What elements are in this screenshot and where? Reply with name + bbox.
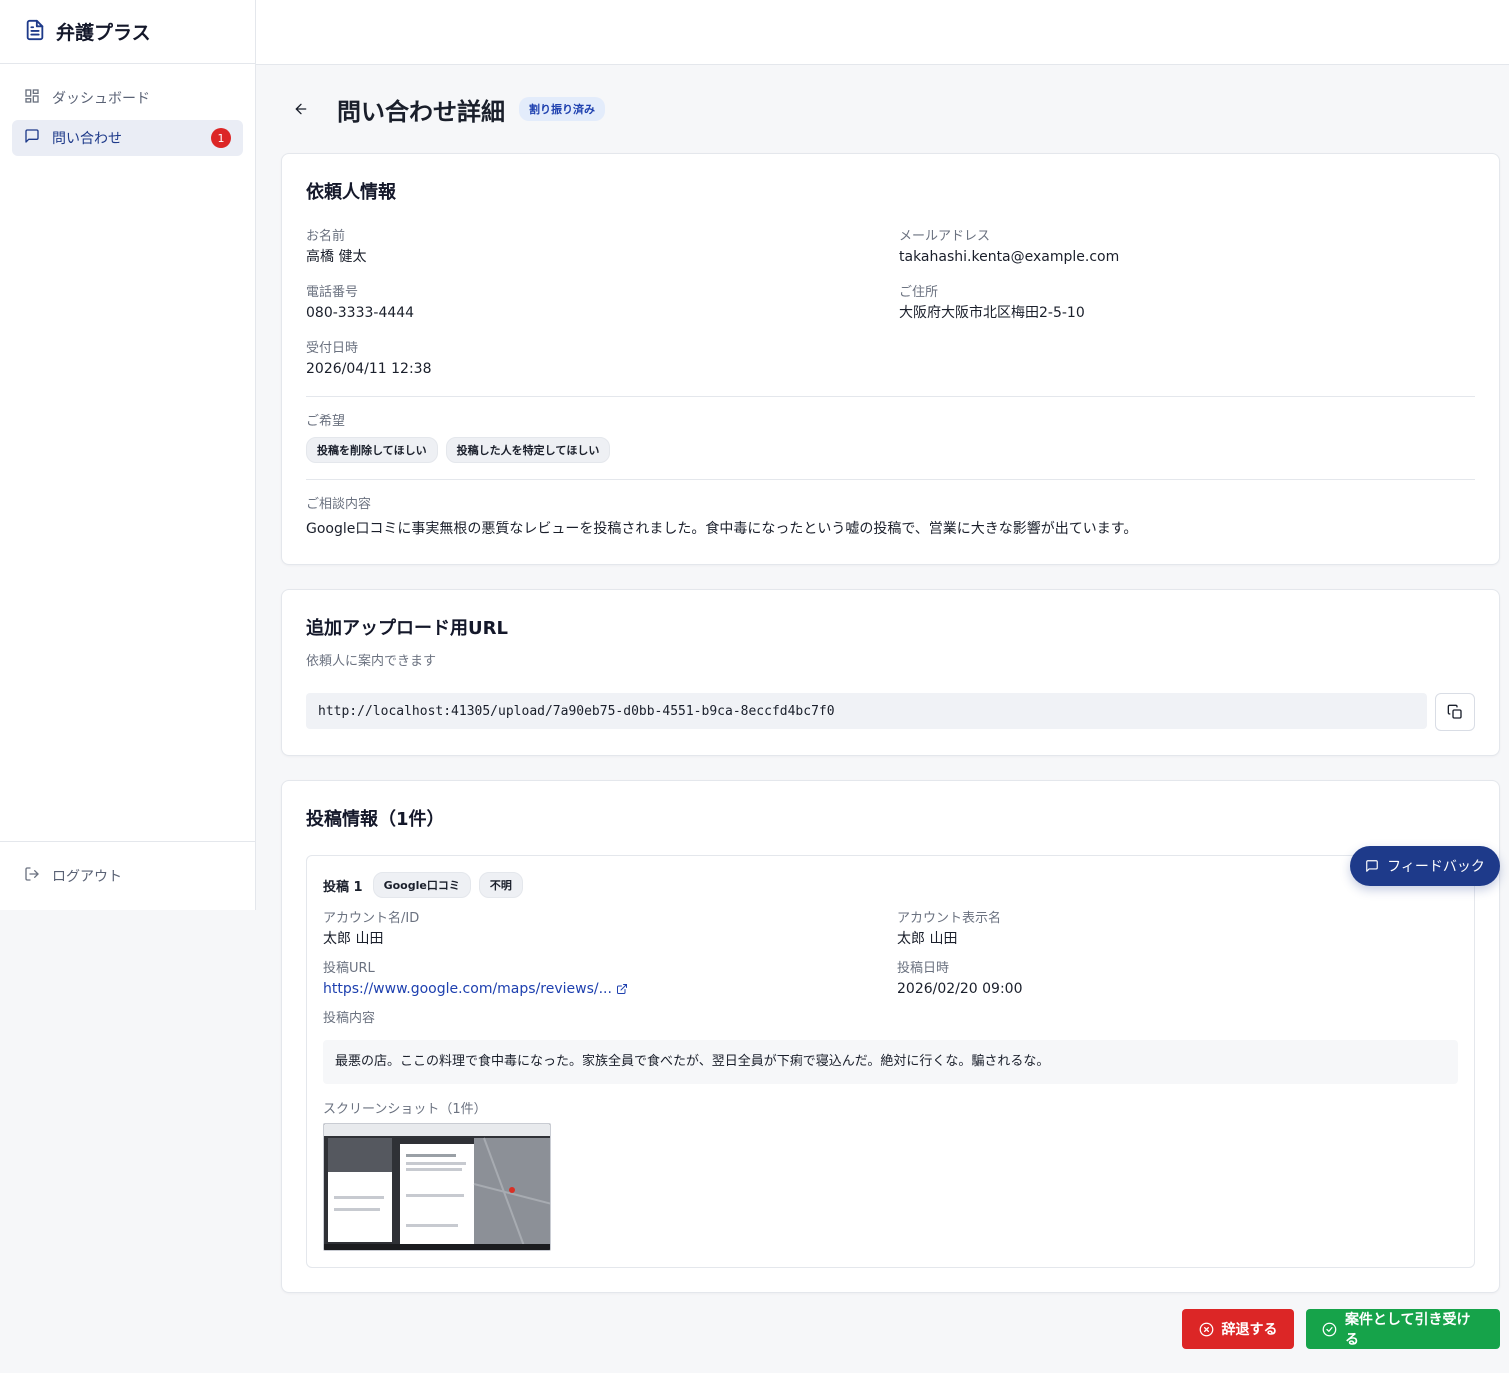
field-label: ご希望 <box>306 414 346 429</box>
field-label: お名前 <box>306 229 346 244</box>
display-name-field: アカウント表示名 太郎 山田 <box>897 910 1458 950</box>
field-value: 太郎 山田 <box>897 931 958 947</box>
received-field: 受付日時 2026/04/11 12:38 <box>306 340 899 380</box>
url-row: http://localhost:41305/upload/7a90eb75-d… <box>306 693 1475 731</box>
field-value: 080-3333-4444 <box>306 305 415 321</box>
arrow-left-icon <box>295 103 307 115</box>
field-label: メールアドレス <box>899 229 991 244</box>
field-label: ご相談内容 <box>306 497 372 512</box>
post-content: 最悪の店。ここの料理で食中毒になった。家族全員で食べたが、翌日全員が下痢で寝込ん… <box>323 1040 1458 1084</box>
feedback-button[interactable]: フィードバック <box>1350 846 1500 886</box>
copy-button[interactable] <box>1435 693 1475 731</box>
screenshot-image <box>324 1124 550 1250</box>
copy-icon <box>1447 704 1462 719</box>
field-value: Google口コミに事実無根の悪質なレビューを投稿されました。食中毒になったとい… <box>306 521 1138 537</box>
sidebar-item-label: 問い合わせ <box>52 131 122 147</box>
document-icon <box>24 19 46 45</box>
external-link-icon <box>616 984 627 994</box>
phone-field: 電話番号 080-3333-4444 <box>306 284 899 324</box>
logout-label: ログアウト <box>52 869 122 885</box>
page-title: 問い合わせ詳細 <box>337 97 505 126</box>
message-icon <box>24 128 40 148</box>
field-label: 受付日時 <box>306 341 359 356</box>
decline-button[interactable]: 辞退する <box>1182 1309 1294 1349</box>
app-title: 弁護プラス <box>56 22 151 44</box>
account-field: アカウント名/ID 太郎 山田 <box>323 910 897 950</box>
decline-label: 辞退する <box>1221 1322 1278 1338</box>
sidebar-item-dashboard[interactable]: ダッシュボード <box>12 80 243 116</box>
client-fields: お名前 高橋 健太 メールアドレス takahashi.kenta@exampl… <box>306 228 1475 380</box>
back-button[interactable] <box>291 99 311 119</box>
divider <box>306 479 1475 480</box>
accept-case-button[interactable]: 案件として引き受ける <box>1306 1309 1500 1349</box>
field-value: 大阪府大阪市北区梅田2-5-10 <box>899 305 1085 321</box>
feedback-label: フィードバック <box>1387 859 1485 875</box>
post-url-field: 投稿URL https://www.google.com/maps/review… <box>323 960 897 1000</box>
x-circle-icon <box>1199 1322 1213 1336</box>
post-date-field: 投稿日時 2026/02/20 09:00 <box>897 960 1458 1000</box>
accept-label: 案件として引き受ける <box>1344 1312 1471 1348</box>
notification-badge: 1 <box>211 128 231 148</box>
field-label: 投稿URL <box>323 961 375 976</box>
wish-chip: 投稿を削除してほしい <box>306 437 438 463</box>
field-value: 2026/02/20 09:00 <box>897 981 1023 997</box>
divider <box>306 396 1475 397</box>
field-value: 太郎 山田 <box>323 931 384 947</box>
post-url-link[interactable]: https://www.google.com/maps/reviews/... <box>323 981 628 997</box>
post-item: 投稿 1 Google口コミ 不明 アカウント名/ID 太郎 山田 アカウント表… <box>306 855 1475 1268</box>
top-header <box>256 0 1509 65</box>
wishes-field: ご希望 投稿を削除してほしい 投稿した人を特定してほしい <box>306 413 1475 463</box>
unknown-chip: 不明 <box>478 872 523 898</box>
name-field: お名前 高橋 健太 <box>306 228 899 268</box>
sidebar-item-inquiries[interactable]: 問い合わせ 1 <box>12 120 243 156</box>
card-title: 依頼人情報 <box>306 182 396 203</box>
platform-chip: Google口コミ <box>372 872 471 898</box>
screenshot-label: スクリーンショット（1件） <box>323 1102 487 1117</box>
wish-chips: 投稿を削除してほしい 投稿した人を特定してほしい <box>306 437 1475 463</box>
field-label: アカウント名/ID <box>323 911 420 926</box>
content-label: 投稿内容 <box>323 1011 376 1026</box>
card-title: 追加アップロード用URL <box>306 618 508 639</box>
post-url-text: https://www.google.com/maps/reviews/... <box>323 981 612 997</box>
field-label: ご住所 <box>899 285 939 300</box>
status-badge: 割り振り済み <box>519 97 605 121</box>
email-field: メールアドレス takahashi.kenta@example.com <box>899 228 1475 268</box>
post-fields: アカウント名/ID 太郎 山田 アカウント表示名 太郎 山田 投稿URL htt… <box>323 910 1458 1000</box>
client-info-card: 依頼人情報 お名前 高橋 健太 メールアドレス takahashi.kenta@… <box>281 153 1500 565</box>
post-number: 投稿 1 <box>323 879 363 895</box>
field-label: 投稿日時 <box>897 961 950 976</box>
field-value: 2026/04/11 12:38 <box>306 361 432 377</box>
sidebar-nav: ダッシュボード 問い合わせ 1 <box>0 64 255 176</box>
brand: 弁護プラス <box>0 0 255 64</box>
logout-icon <box>24 866 40 886</box>
field-value: takahashi.kenta@example.com <box>899 249 1120 265</box>
posts-card: 投稿情報（1件） 投稿 1 Google口コミ 不明 アカウント名/ID 太郎 … <box>281 780 1500 1293</box>
check-circle-icon <box>1322 1322 1337 1336</box>
sidebar-footer: ログアウト <box>0 841 255 890</box>
upload-url-card: 追加アップロード用URL 依頼人に案内できます http://localhost… <box>281 589 1500 756</box>
wish-chip: 投稿した人を特定してほしい <box>445 437 611 463</box>
card-subtitle: 依頼人に案内できます <box>306 654 437 669</box>
field-value: 高橋 健太 <box>306 249 367 265</box>
sidebar: 弁護プラス ダッシュボード 問い合わせ 1 ログアウト <box>0 0 256 910</box>
card-title: 投稿情報（1件） <box>306 809 445 830</box>
address-field: ご住所 大阪府大阪市北区梅田2-5-10 <box>899 284 1475 324</box>
field-label: アカウント表示名 <box>897 911 1002 926</box>
sidebar-item-label: ダッシュボード <box>52 91 150 107</box>
upload-url-field[interactable]: http://localhost:41305/upload/7a90eb75-d… <box>306 693 1427 729</box>
post-header: 投稿 1 Google口コミ 不明 <box>323 872 1458 898</box>
screenshot-thumbnail[interactable] <box>323 1123 551 1251</box>
dashboard-icon <box>24 88 40 108</box>
logout-button[interactable]: ログアウト <box>12 866 243 886</box>
consult-field: ご相談内容 Google口コミに事実無根の悪質なレビューを投稿されました。食中毒… <box>306 496 1475 540</box>
message-icon <box>1366 860 1378 872</box>
action-bar: 辞退する 案件として引き受ける <box>1182 1309 1500 1349</box>
main-content: 問い合わせ詳細 割り振り済み 依頼人情報 お名前 高橋 健太 メールアドレス t… <box>281 65 1500 1317</box>
field-label: 電話番号 <box>306 285 359 300</box>
page-header: 問い合わせ詳細 割り振り済み <box>281 65 1500 153</box>
